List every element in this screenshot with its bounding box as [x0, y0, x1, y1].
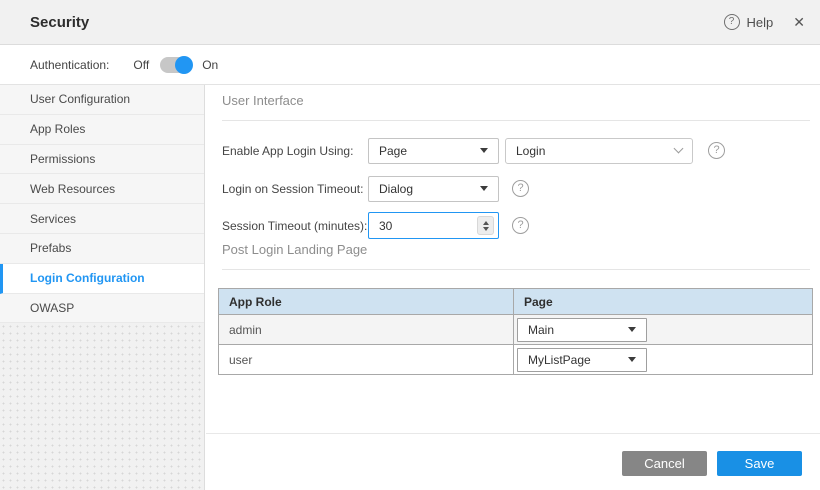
- app-role-cell: user: [219, 345, 514, 375]
- caret-down-icon: [480, 148, 488, 153]
- caret-down-icon: [628, 357, 636, 362]
- toggle-on-label: On: [202, 58, 218, 72]
- page-title: Security: [30, 14, 89, 31]
- help-button[interactable]: ? Help: [724, 14, 774, 30]
- divider: [222, 269, 810, 270]
- login-type-value: Page: [379, 144, 480, 158]
- section-title-user-interface: User Interface: [222, 93, 304, 108]
- table-header-row: App Role Page: [219, 289, 813, 315]
- session-timeout-mode-value: Dialog: [379, 182, 480, 196]
- authentication-row: Authentication: Off On: [0, 46, 820, 85]
- app-role-cell: admin: [219, 315, 514, 345]
- enable-app-login-label: Enable App Login Using:: [222, 144, 368, 158]
- sidebar-item-permissions[interactable]: Permissions: [0, 145, 204, 175]
- close-icon[interactable]: ✕: [793, 14, 805, 31]
- section-title-post-login-landing-page: Post Login Landing Page: [222, 242, 367, 257]
- security-dialog: Security ? Help ✕ Authentication: Off On…: [0, 0, 820, 490]
- caret-down-icon: [480, 186, 488, 191]
- login-on-session-timeout-label: Login on Session Timeout:: [222, 182, 368, 196]
- user-page-select[interactable]: MyListPage: [517, 348, 647, 372]
- help-label: Help: [747, 15, 774, 30]
- table-row: user MyListPage: [219, 345, 813, 375]
- user-page-value: MyListPage: [528, 353, 628, 367]
- authentication-label: Authentication:: [30, 58, 109, 72]
- help-icon[interactable]: ?: [708, 142, 725, 159]
- enable-app-login-row: Enable App Login Using: Page Login ?: [222, 137, 725, 164]
- page-column-header: Page: [514, 289, 813, 315]
- authentication-toggle[interactable]: [160, 57, 191, 73]
- header-actions: ? Help ✕: [724, 14, 805, 31]
- sidebar-filler-pattern: [0, 323, 204, 490]
- sidebar-item-login-configuration[interactable]: Login Configuration: [0, 264, 204, 294]
- toggle-knob: [175, 56, 193, 74]
- login-on-session-timeout-row: Login on Session Timeout: Dialog ?: [222, 175, 529, 202]
- cancel-button[interactable]: Cancel: [622, 451, 707, 476]
- session-timeout-row: Session Timeout (minutes): ?: [222, 212, 529, 239]
- help-icon[interactable]: ?: [512, 180, 529, 197]
- chevron-down-icon: [674, 144, 684, 154]
- sidebar-item-user-configuration[interactable]: User Configuration: [0, 85, 204, 115]
- help-icon[interactable]: ?: [512, 217, 529, 234]
- session-timeout-label: Session Timeout (minutes):: [222, 219, 368, 233]
- admin-page-value: Main: [528, 323, 628, 337]
- app-role-column-header: App Role: [219, 289, 514, 315]
- save-button[interactable]: Save: [717, 451, 802, 476]
- page-cell: Main: [514, 315, 813, 345]
- step-down-icon: [483, 227, 489, 231]
- divider: [222, 120, 810, 121]
- login-page-value: Login: [516, 144, 675, 158]
- dialog-header: Security ? Help ✕: [0, 0, 820, 45]
- sidebar-item-web-resources[interactable]: Web Resources: [0, 174, 204, 204]
- help-icon: ?: [724, 14, 740, 30]
- caret-down-icon: [628, 327, 636, 332]
- admin-page-select[interactable]: Main: [517, 318, 647, 342]
- footer-divider: [206, 433, 820, 434]
- sidebar-item-owasp[interactable]: OWASP: [0, 294, 204, 324]
- number-stepper[interactable]: [477, 216, 494, 235]
- login-page-select[interactable]: Login: [505, 138, 693, 164]
- login-configuration-panel: User Interface Enable App Login Using: P…: [206, 85, 820, 490]
- page-cell: MyListPage: [514, 345, 813, 375]
- session-timeout-field: [368, 212, 499, 239]
- step-up-icon: [483, 221, 489, 225]
- table-row: admin Main: [219, 315, 813, 345]
- session-timeout-input[interactable]: [379, 219, 477, 233]
- toggle-off-label: Off: [133, 58, 149, 72]
- sidebar-item-app-roles[interactable]: App Roles: [0, 115, 204, 145]
- sidebar-item-prefabs[interactable]: Prefabs: [0, 234, 204, 264]
- sidebar-item-services[interactable]: Services: [0, 204, 204, 234]
- login-type-select[interactable]: Page: [368, 138, 499, 164]
- post-login-landing-table: App Role Page admin Main user: [218, 288, 813, 375]
- session-timeout-mode-select[interactable]: Dialog: [368, 176, 499, 202]
- settings-sidebar: User Configuration App Roles Permissions…: [0, 85, 205, 490]
